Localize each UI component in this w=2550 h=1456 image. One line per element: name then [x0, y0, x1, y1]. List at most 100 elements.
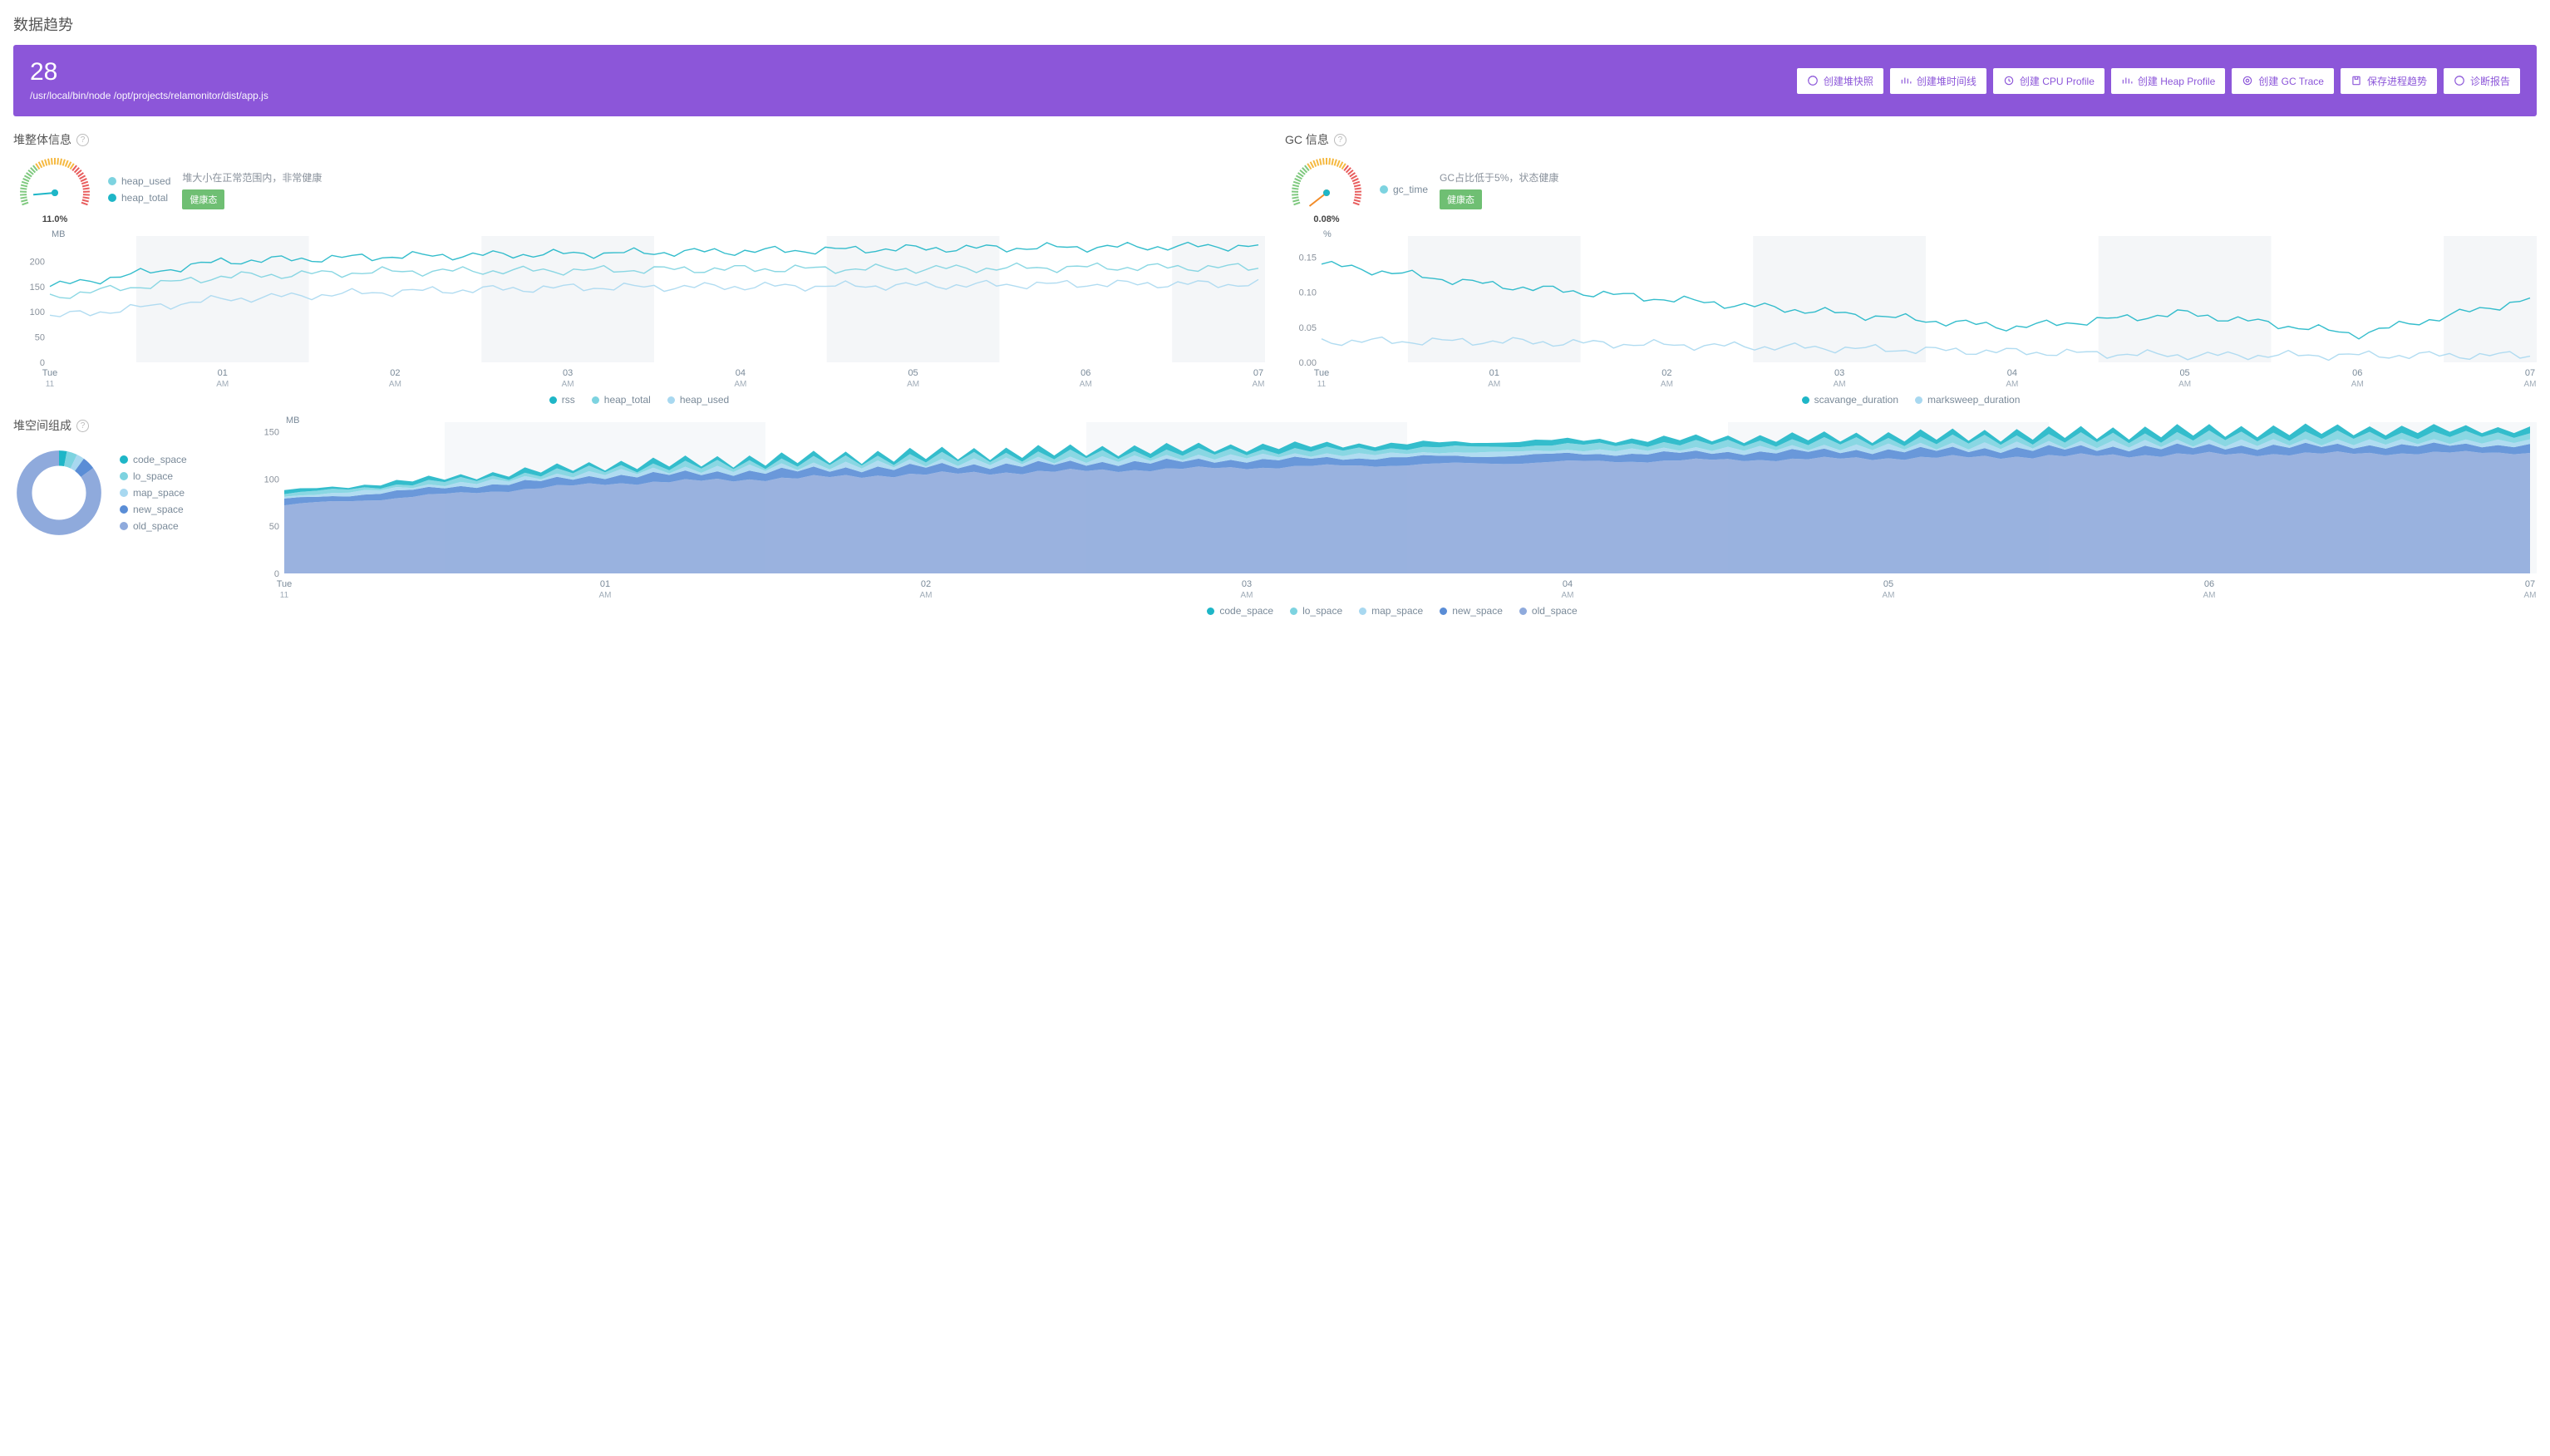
page-title: 数据趋势	[13, 13, 2537, 35]
svg-text:AM: AM	[2524, 591, 2537, 600]
process-path: /usr/local/bin/node /opt/projects/relamo…	[30, 90, 268, 101]
svg-text:50: 50	[269, 522, 279, 532]
svg-text:0.15: 0.15	[1299, 253, 1317, 263]
hero-banner: 28 /usr/local/bin/node /opt/projects/rel…	[13, 45, 2537, 116]
save-icon	[2351, 75, 2362, 86]
svg-text:AM: AM	[599, 591, 612, 600]
space-area-chart: 0 50 100 150 Tue 11 01 AM 02 AM 03 AM 04 AM 05 AM 06 AM 07…	[248, 417, 2537, 600]
create-heap-snapshot-button[interactable]: 创建堆快照	[1797, 68, 1883, 94]
svg-text:05: 05	[908, 368, 918, 378]
help-icon[interactable]: ?	[1334, 134, 1346, 146]
create-heap-timeline-button[interactable]: 创建堆时间线	[1890, 68, 1986, 94]
diagnosis-report-button[interactable]: 诊断报告	[2444, 68, 2520, 94]
help-icon[interactable]: ?	[76, 420, 89, 432]
space-chart-unit: MB	[286, 416, 300, 425]
svg-text:07: 07	[2525, 579, 2535, 589]
svg-text:07: 07	[2525, 368, 2535, 378]
gc-line-chart: 0.000.050.100.15Tue1101AM02AM03AM04AM05A…	[1285, 231, 2537, 389]
svg-text:AM: AM	[562, 380, 574, 389]
gc-chart-unit: %	[1323, 229, 1332, 239]
gc-gauge-value: 0.08%	[1313, 214, 1339, 224]
svg-text:03: 03	[1834, 368, 1844, 378]
svg-text:AM: AM	[389, 380, 401, 389]
hero-actions: 创建堆快照 创建堆时间线 创建 CPU Profile 创建 Heap Prof…	[1797, 68, 2520, 94]
svg-text:AM: AM	[2203, 591, 2216, 600]
svg-text:06: 06	[2352, 368, 2362, 378]
create-gc-trace-button[interactable]: 创建 GC Trace	[2232, 68, 2334, 94]
svg-text:AM: AM	[1241, 591, 1253, 600]
svg-text:01: 01	[1489, 368, 1499, 378]
svg-text:0: 0	[274, 569, 279, 579]
space-panel: 堆空间组成 ? code_space lo_space map_space ne…	[13, 417, 229, 617]
svg-text:150: 150	[30, 283, 45, 293]
svg-text:06: 06	[1081, 368, 1090, 378]
report-icon	[2454, 75, 2465, 86]
heap-chart-legend: rss heap_total heap_used	[13, 394, 1265, 406]
gc-status-text: GC占比低于5%，状态健康	[1440, 170, 1558, 184]
svg-text:AM: AM	[1834, 380, 1846, 389]
space-donut-chart	[13, 447, 105, 539]
svg-text:06: 06	[2204, 579, 2214, 589]
svg-text:AM: AM	[1253, 380, 1265, 389]
heap-status-badge: 健康态	[182, 189, 224, 209]
svg-text:AM: AM	[2178, 380, 2191, 389]
help-icon[interactable]: ?	[76, 134, 89, 146]
heap-chart-unit: MB	[52, 229, 66, 239]
camera-icon	[1807, 75, 1819, 86]
create-heap-profile-button[interactable]: 创建 Heap Profile	[2111, 68, 2225, 94]
heap-panel-title: 堆整体信息	[13, 131, 71, 148]
gc-status-badge: 健康态	[1440, 189, 1482, 209]
heap-gauge: .gauge .needle::after{background:#1eb6c7…	[13, 153, 96, 226]
svg-text:04: 04	[1563, 579, 1573, 589]
gc-gauge: 0.08%	[1285, 153, 1368, 226]
svg-text:Tue: Tue	[42, 368, 58, 378]
svg-text:03: 03	[563, 368, 573, 378]
svg-text:11: 11	[46, 380, 55, 389]
svg-text:11: 11	[1317, 380, 1327, 389]
process-id: 28	[30, 60, 268, 85]
svg-text:02: 02	[921, 579, 931, 589]
svg-text:0.00: 0.00	[1299, 358, 1317, 368]
space-donut-legend: code_space lo_space map_space new_space …	[120, 454, 187, 532]
gc-chart-legend: scavange_duration marksweep_duration	[1285, 394, 2537, 406]
heap-gauge-legend: heap_used heap_total	[108, 175, 170, 204]
svg-text:AM: AM	[216, 380, 229, 389]
svg-text:05: 05	[2179, 368, 2189, 378]
svg-text:05: 05	[1883, 579, 1893, 589]
svg-text:AM: AM	[1080, 380, 1092, 389]
svg-text:50: 50	[35, 333, 45, 343]
create-cpu-profile-button[interactable]: 创建 CPU Profile	[1993, 68, 2104, 94]
svg-text:AM: AM	[907, 380, 919, 389]
svg-text:AM: AM	[1883, 591, 1895, 600]
heap-line-chart: 050100150200Tue1101AM02AM03AM04AM05AM06A…	[13, 231, 1265, 389]
svg-text:AM: AM	[1488, 380, 1500, 389]
cpu-icon	[2003, 75, 2015, 86]
heap-gauge-value: 11.0%	[42, 214, 68, 224]
svg-text:100: 100	[30, 307, 45, 317]
svg-text:03: 03	[1242, 579, 1252, 589]
svg-text:AM: AM	[2006, 380, 2018, 389]
svg-text:0.10: 0.10	[1299, 288, 1317, 298]
space-panel-title: 堆空间组成	[13, 417, 71, 434]
svg-text:0: 0	[40, 358, 45, 368]
svg-text:Tue: Tue	[277, 579, 293, 589]
save-process-trend-button[interactable]: 保存进程趋势	[2341, 68, 2437, 94]
svg-text:100: 100	[264, 475, 279, 485]
svg-text:Tue: Tue	[1314, 368, 1330, 378]
space-chart-legend: code_space lo_space map_space new_space …	[248, 605, 2537, 617]
svg-text:02: 02	[390, 368, 400, 378]
svg-text:150: 150	[264, 427, 279, 437]
heap-status-text: 堆大小在正常范围内，非常健康	[182, 170, 322, 184]
svg-text:11: 11	[280, 591, 289, 600]
svg-text:01: 01	[218, 368, 228, 378]
heap-panel: 堆整体信息 ? .gauge .needle::after{background…	[13, 131, 1265, 406]
svg-text:AM: AM	[1661, 380, 1673, 389]
svg-text:AM: AM	[920, 591, 933, 600]
gc-panel-title: GC 信息	[1285, 131, 1329, 148]
svg-text:0.05: 0.05	[1299, 323, 1317, 333]
svg-text:02: 02	[1661, 368, 1671, 378]
gc-panel: GC 信息 ? 0.08% gc_time GC占比低于5%，状态健康 健康态	[1285, 131, 2537, 406]
svg-text:AM: AM	[734, 380, 746, 389]
svg-text:01: 01	[600, 579, 610, 589]
heap-icon	[2121, 75, 2133, 86]
